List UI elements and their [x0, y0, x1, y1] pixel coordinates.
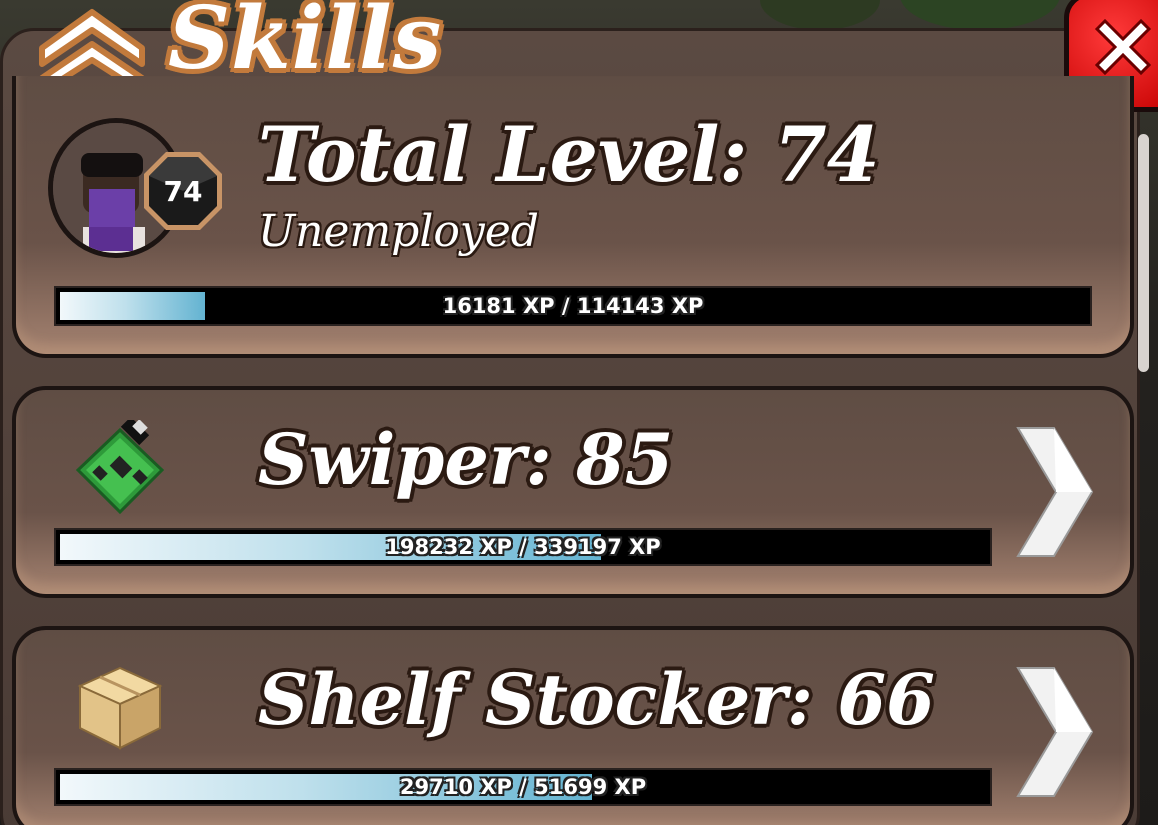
skill-xp-bar-shelf-stocker: 29710 XP / 51699 XP	[54, 768, 992, 806]
chevron-right-icon[interactable]	[1014, 666, 1096, 798]
close-x-icon	[1094, 18, 1152, 76]
cardboard-box-icon	[77, 666, 163, 750]
job-title: Unemployed	[258, 206, 539, 257]
level-badge-value: 74	[163, 174, 203, 208]
total-xp-text: 16181 XP / 114143 XP	[442, 294, 704, 318]
scrollbar[interactable]	[1138, 134, 1149, 372]
chevron-right-icon[interactable]	[1014, 426, 1096, 558]
total-level-title: Total Level: 74	[258, 110, 880, 199]
skill-xp-bar-swiper: 198232 XP / 339197 XP	[54, 528, 992, 566]
circuit-board-icon	[75, 420, 165, 515]
skill-title-shelf-stocker: Shelf Stocker: 66	[258, 658, 935, 741]
skill-xp-text-shelf-stocker: 29710 XP / 51699 XP	[399, 775, 647, 799]
skill-title-swiper: Swiper: 85	[258, 418, 674, 501]
total-xp-bar: 16181 XP / 114143 XP	[54, 286, 1092, 326]
skill-xp-text-swiper: 198232 XP / 339197 XP	[385, 535, 661, 559]
